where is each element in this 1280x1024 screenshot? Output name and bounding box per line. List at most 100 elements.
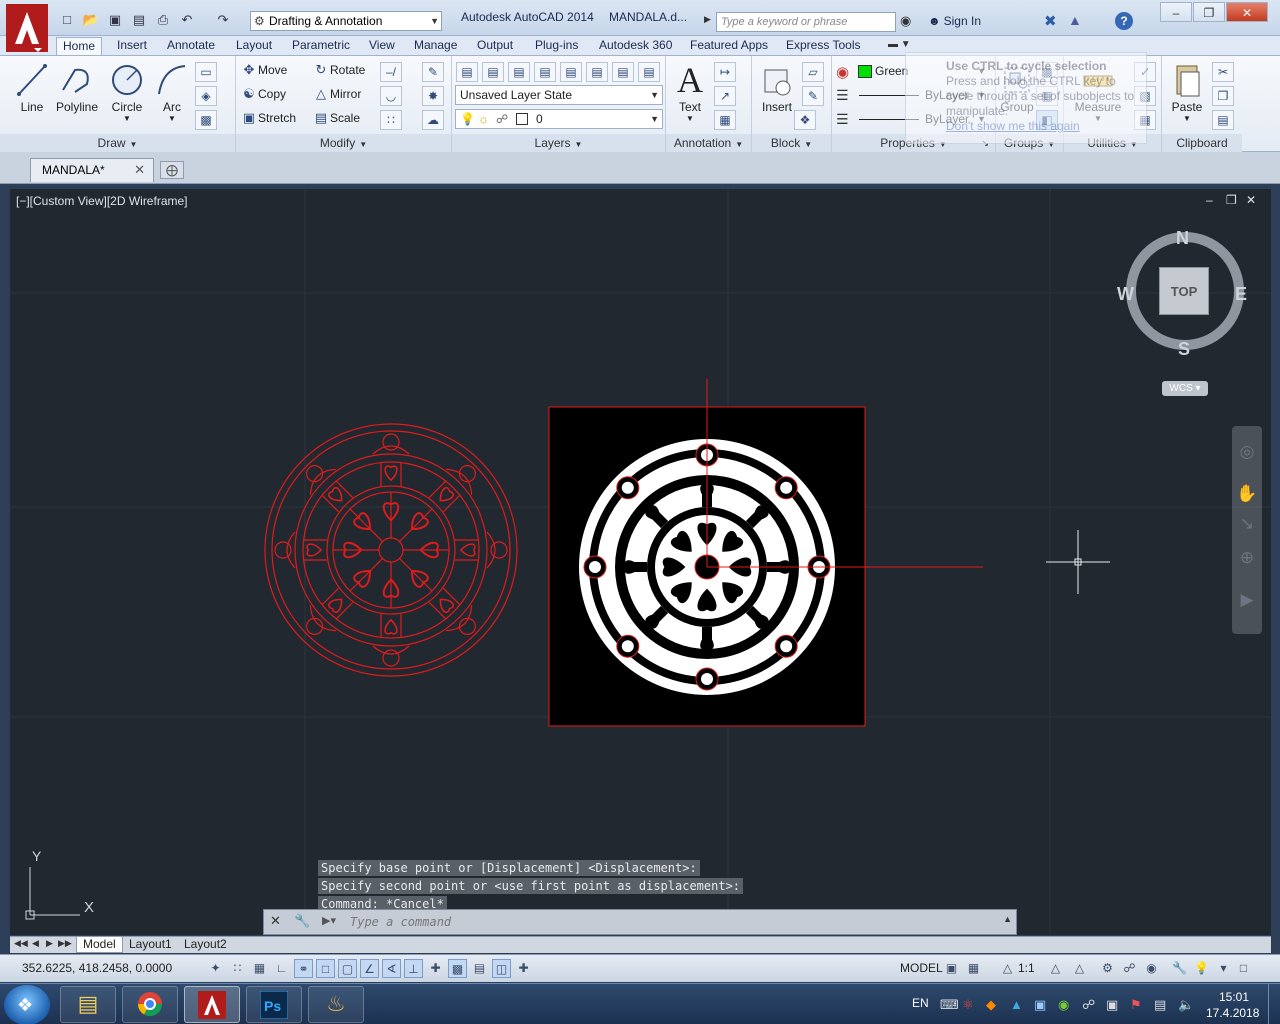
undo-icon[interactable]: ↶ (178, 11, 196, 29)
trim-icon[interactable]: –/ (380, 62, 402, 82)
tab-parametric[interactable]: Parametric (286, 37, 356, 55)
erase-icon[interactable]: ✎ (422, 62, 444, 82)
autodesk-tray-icon[interactable]: ▲ (1010, 997, 1023, 1012)
isolate-lightbulb-icon[interactable]: 💡 (1192, 959, 1211, 978)
create-block-icon[interactable]: ▱ (802, 62, 824, 82)
exchange-apps-icon[interactable]: ✖ (1044, 12, 1057, 30)
annotation-scale-icon[interactable]: △ (998, 959, 1017, 978)
cut-icon[interactable]: ✂ (1212, 62, 1234, 82)
layer-states-icon[interactable]: ▤ (482, 62, 504, 82)
wrench-icon[interactable]: 🔧 (294, 913, 310, 929)
quick-view-layouts-icon[interactable]: ▣ (942, 959, 961, 978)
annotation-scale-dropdown[interactable]: 1:1 (1018, 961, 1035, 975)
text-button[interactable]: A Text ▼ (672, 60, 708, 123)
zoom-extents-icon[interactable]: ↘ (1235, 512, 1259, 536)
orbit-icon[interactable]: ⊕ (1235, 546, 1259, 570)
quick-view-drawings-icon[interactable]: ▦ (964, 959, 983, 978)
viewcube-top-face[interactable]: TOP (1159, 267, 1209, 315)
viewport-controls-label[interactable]: [−][Custom View][2D Wireframe] (16, 194, 188, 208)
binoculars-icon[interactable]: ◉ (900, 13, 911, 29)
transparency-icon[interactable]: ▩ (448, 959, 467, 978)
chrome-icon[interactable] (122, 986, 178, 1023)
autocad-icon[interactable] (184, 986, 240, 1023)
tab-model[interactable]: Model (76, 937, 123, 953)
utilities-panel-title[interactable]: Utilities ▼ (1064, 134, 1161, 152)
infer-constraints-icon[interactable]: ✦ (206, 959, 225, 978)
3d-object-snap-icon[interactable]: ▢ (338, 959, 357, 978)
group-selection-icon[interactable]: ◧ (1036, 110, 1058, 130)
nvidia-icon[interactable]: ◉ (1058, 997, 1069, 1013)
close-window-button[interactable]: ✕ (1226, 2, 1268, 22)
start-button[interactable]: ❖ (4, 985, 50, 1024)
tab-home[interactable]: Home (56, 37, 103, 55)
dimension-icon[interactable]: ↦ (714, 62, 736, 82)
compass-south[interactable]: S (1178, 339, 1190, 360)
paint-icon[interactable]: ♨ (308, 986, 364, 1023)
color-dropdown[interactable]: Green ▼ (854, 61, 990, 81)
groups-panel-title[interactable]: Groups ▼ (996, 134, 1063, 152)
display-icon[interactable]: ▣ (1034, 997, 1046, 1013)
language-indicator[interactable]: EN (912, 996, 929, 1010)
properties-panel-title[interactable]: Properties ▼ ↘ (832, 134, 995, 152)
command-prompt-icon[interactable]: ▶▾ (322, 914, 336, 927)
layer-unisolate-icon[interactable]: ▤ (534, 62, 556, 82)
tab-layout2[interactable]: Layout2 (178, 937, 233, 953)
list-icon[interactable]: ☰ (836, 87, 849, 104)
drawing-viewport[interactable]: [−][Custom View][2D Wireframe] – ❐ ✕ Y X… (10, 189, 1271, 935)
layer-freeze-icon[interactable]: ▤ (560, 62, 582, 82)
selection-cycling-icon[interactable]: ◫ (492, 959, 511, 978)
tab-annotate[interactable]: Annotate (161, 37, 221, 55)
layer-state-dropdown[interactable]: Unsaved Layer State ▼ (455, 85, 663, 105)
tab-plug-ins[interactable]: Plug-ins (529, 37, 584, 55)
keyboard-icon[interactable]: ⌨ (940, 997, 959, 1013)
open-file-icon[interactable]: 📂 (82, 11, 100, 29)
tab-view[interactable]: View (363, 37, 401, 55)
tab-insert[interactable]: Insert (111, 37, 153, 55)
boundary-icon[interactable]: ▩ (195, 110, 217, 130)
tab-autodesk-360[interactable]: Autodesk 360 (593, 37, 678, 55)
tab-featured-apps[interactable]: Featured Apps (684, 37, 774, 55)
document-tab[interactable]: MANDALA* ✕ (30, 158, 154, 182)
close-icon[interactable]: ✕ (270, 913, 281, 929)
steering-wheel-icon[interactable]: ◎ (1235, 440, 1259, 464)
measure-button[interactable]: Measure ▼ (1070, 60, 1126, 123)
viewport-close-icon[interactable]: ✕ (1246, 193, 1256, 207)
scale-button[interactable]: ▤ Scale (312, 108, 360, 128)
polyline-button[interactable]: Polyline (54, 60, 100, 114)
workspace-dropdown[interactable]: ⚙ Drafting & Annotation ▼ (250, 11, 442, 31)
modify-panel-title[interactable]: Modify ▼ (236, 134, 451, 152)
toolbar-lock-icon[interactable]: ☍ (1120, 959, 1139, 978)
auto-scale-icon[interactable]: △ (1070, 959, 1089, 978)
redo-icon[interactable]: ↷ (214, 11, 232, 29)
security-icon[interactable]: ☍ (1082, 997, 1095, 1013)
next-layout-icon[interactable]: ▶ (46, 938, 53, 949)
copy-clip-icon[interactable]: ❐ (1212, 86, 1234, 106)
layer-off-icon[interactable]: ▤ (586, 62, 608, 82)
chevron-up-icon[interactable]: ▲ (1003, 914, 1012, 924)
new-file-icon[interactable]: □ (58, 11, 76, 29)
arc-button[interactable]: Arc ▼ (154, 60, 190, 123)
layers-panel-title[interactable]: Layers ▼ (452, 134, 665, 152)
help-icon[interactable]: ? (1115, 12, 1133, 30)
ribbon-minimize-icon[interactable]: ▬ ▼ (888, 39, 911, 50)
compass-west[interactable]: W (1117, 284, 1134, 305)
fillet-icon[interactable]: ◡ (380, 86, 402, 106)
calculator-icon[interactable]: ▦ (1134, 110, 1156, 130)
tab-express-tools[interactable]: Express Tools (780, 37, 866, 55)
previous-layout-icon[interactable]: ◀ (32, 938, 39, 949)
show-desktop-button[interactable] (1268, 984, 1280, 1024)
save-as-icon[interactable]: ▤ (130, 11, 148, 29)
search-input[interactable] (716, 12, 896, 32)
acrobat-icon[interactable]: ⚛ (962, 997, 974, 1013)
layer-dropdown[interactable]: 💡 ☼ ☍ 0 ▼ (455, 109, 663, 129)
hardware-acceleration-icon[interactable]: ◉ (1142, 959, 1161, 978)
table-icon[interactable]: ▦ (714, 110, 736, 130)
tab-layout1[interactable]: Layout1 (123, 937, 178, 953)
viewport-restore-icon[interactable]: ❐ (1226, 193, 1237, 207)
polar-tracking-icon[interactable]: ⚭ (294, 959, 313, 978)
leader-icon[interactable]: ↗ (714, 86, 736, 106)
notification-app-icon[interactable]: ◆ (986, 997, 996, 1013)
dynamic-ucs-icon[interactable]: ∢ (382, 959, 401, 978)
status-bar-menu-icon[interactable]: ▾ (1214, 959, 1233, 978)
minimize-window-button[interactable]: – (1160, 2, 1192, 22)
